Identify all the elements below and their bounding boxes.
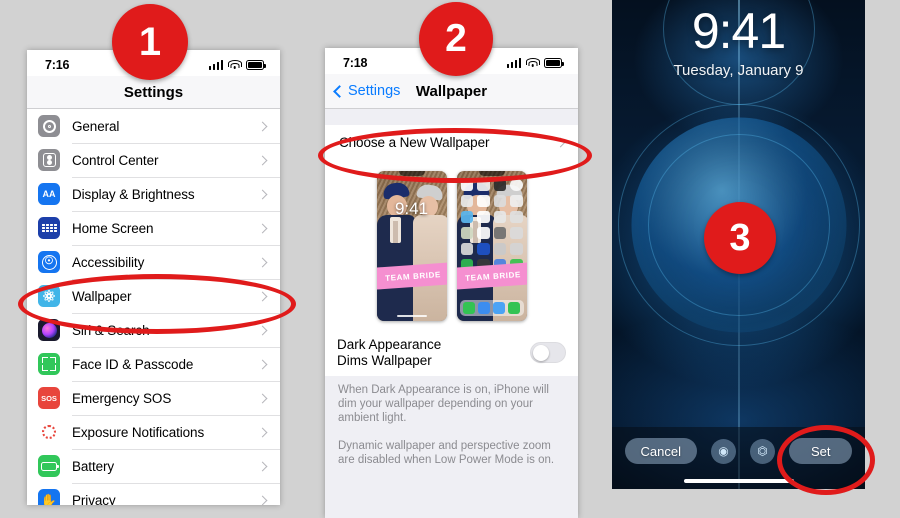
home-screen-icon bbox=[38, 217, 60, 239]
dark-appearance-row[interactable]: Dark Appearance Dims Wallpaper bbox=[325, 331, 578, 376]
list-spacer bbox=[325, 109, 578, 125]
perspective-zoom-icon[interactable]: ◉ bbox=[710, 438, 736, 464]
page-title: Wallpaper bbox=[415, 82, 488, 100]
settings-row-exposure-notifications[interactable]: Exposure Notifications bbox=[27, 415, 280, 449]
chevron-right-icon bbox=[257, 325, 268, 335]
settings-row-label: Display & Brightness bbox=[72, 186, 195, 202]
chevron-left-icon bbox=[333, 84, 346, 98]
battery-settings-icon bbox=[38, 455, 60, 477]
settings-row-label: General bbox=[72, 118, 120, 134]
panel-wallpaper: 7:18 Settings Wallpaper Choose a New Wal… bbox=[325, 48, 578, 518]
wifi-icon bbox=[525, 58, 540, 68]
preview-clock: 9:41 bbox=[394, 199, 429, 218]
privacy-hand-icon: ✋ bbox=[38, 489, 60, 505]
accessibility-icon: ☉ bbox=[38, 251, 60, 273]
home-screen-dock bbox=[459, 300, 524, 316]
nav-bar: Settings Wallpaper bbox=[325, 74, 578, 109]
settings-row-control-center[interactable]: Control Center bbox=[27, 143, 280, 177]
choose-new-wallpaper-label: Choose a New Wallpaper bbox=[339, 134, 490, 150]
settings-row-label: Privacy bbox=[72, 492, 116, 506]
dark-appearance-line2: Dims Wallpaper bbox=[337, 353, 432, 368]
chevron-right-icon bbox=[257, 291, 268, 301]
chevron-right-icon bbox=[257, 359, 268, 369]
control-center-icon bbox=[38, 149, 60, 171]
panel-settings: 7:16 Settings General Control Center AA Dis… bbox=[27, 50, 280, 505]
settings-row-home-screen[interactable]: Home Screen bbox=[27, 211, 280, 245]
settings-row-emergency-sos[interactable]: SOS Emergency SOS bbox=[27, 381, 280, 415]
nav-bar: Settings bbox=[27, 76, 280, 109]
settings-row-label: Accessibility bbox=[72, 254, 145, 270]
footnote-2: Dynamic wallpaper and perspective zoom a… bbox=[338, 440, 555, 466]
face-id-icon bbox=[38, 353, 60, 375]
settings-row-label: Siri & Search bbox=[72, 322, 150, 338]
exposure-notifications-icon bbox=[38, 421, 60, 443]
settings-row-siri-search[interactable]: Siri & Search bbox=[27, 313, 280, 347]
chevron-right-icon bbox=[555, 137, 566, 147]
settings-row-label: Exposure Notifications bbox=[72, 424, 205, 440]
page-title: Settings bbox=[123, 83, 184, 101]
live-photo-off-icon[interactable]: ⏣ bbox=[749, 438, 775, 464]
settings-row-label: Control Center bbox=[72, 152, 159, 168]
settings-row-label: Emergency SOS bbox=[72, 390, 172, 406]
step-badge-1: 1 bbox=[112, 4, 188, 80]
status-bar-time: 7:18 bbox=[343, 56, 368, 70]
wallpaper-previews: 9:41 TEAM BRIDE TEAM BRIDE bbox=[325, 159, 578, 331]
emergency-sos-icon: SOS bbox=[38, 387, 60, 409]
wifi-icon bbox=[227, 60, 242, 70]
cellular-signal-icon bbox=[506, 58, 521, 68]
settings-row-face-id-passcode[interactable]: Face ID & Passcode bbox=[27, 347, 280, 381]
chevron-right-icon bbox=[257, 427, 268, 437]
chevron-right-icon bbox=[257, 393, 268, 403]
settings-row-accessibility[interactable]: ☉ Accessibility bbox=[27, 245, 280, 279]
home-screen-preview-thumbnail[interactable]: TEAM BRIDE bbox=[456, 171, 527, 321]
settings-row-label: Home Screen bbox=[72, 220, 154, 236]
settings-row-display-brightness[interactable]: AA Display & Brightness bbox=[27, 177, 280, 211]
app-icon-grid bbox=[460, 179, 523, 271]
settings-row-general[interactable]: General bbox=[27, 109, 280, 143]
settings-row-label: Wallpaper bbox=[72, 288, 132, 304]
settings-row-battery[interactable]: Battery bbox=[27, 449, 280, 483]
settings-row-label: Face ID & Passcode bbox=[72, 356, 194, 372]
wallpaper-icon bbox=[38, 285, 60, 307]
lock-screen-preview-thumbnail[interactable]: 9:41 TEAM BRIDE bbox=[376, 171, 447, 321]
dark-appearance-line1: Dark Appearance bbox=[337, 337, 442, 352]
chevron-right-icon bbox=[257, 223, 268, 233]
home-indicator bbox=[683, 479, 794, 483]
settings-row-privacy[interactable]: ✋ Privacy bbox=[27, 483, 280, 505]
step-badge-2: 2 bbox=[419, 2, 493, 76]
chevron-right-icon bbox=[257, 155, 268, 165]
choose-new-wallpaper-row[interactable]: Choose a New Wallpaper bbox=[325, 125, 578, 159]
lock-screen-time: 9:41 bbox=[691, 3, 786, 59]
back-button-label: Settings bbox=[348, 83, 401, 99]
footnote-1: When Dark Appearance is on, iPhone will … bbox=[338, 384, 549, 424]
dark-appearance-toggle[interactable] bbox=[530, 342, 566, 363]
settings-row-label: Battery bbox=[72, 458, 115, 474]
display-brightness-icon: AA bbox=[38, 183, 60, 205]
battery-icon bbox=[246, 60, 266, 70]
chevron-right-icon bbox=[257, 495, 268, 505]
step-badge-3: 3 bbox=[704, 202, 776, 274]
status-bar-time: 7:16 bbox=[45, 58, 70, 72]
set-button[interactable]: Set bbox=[788, 438, 853, 464]
lock-screen-date: Tuesday, January 9 bbox=[673, 62, 804, 79]
cancel-button[interactable]: Cancel bbox=[624, 438, 697, 464]
chevron-right-icon bbox=[257, 121, 268, 131]
gear-icon bbox=[38, 115, 60, 137]
chevron-right-icon bbox=[257, 189, 268, 199]
siri-icon bbox=[38, 319, 60, 341]
settings-row-wallpaper[interactable]: Wallpaper bbox=[27, 279, 280, 313]
back-button[interactable]: Settings bbox=[333, 83, 401, 99]
chevron-right-icon bbox=[257, 257, 268, 267]
chevron-right-icon bbox=[257, 461, 268, 471]
battery-icon bbox=[544, 58, 564, 68]
cellular-signal-icon bbox=[208, 60, 223, 70]
settings-list: General Control Center AA Display & Brightn… bbox=[27, 109, 280, 505]
